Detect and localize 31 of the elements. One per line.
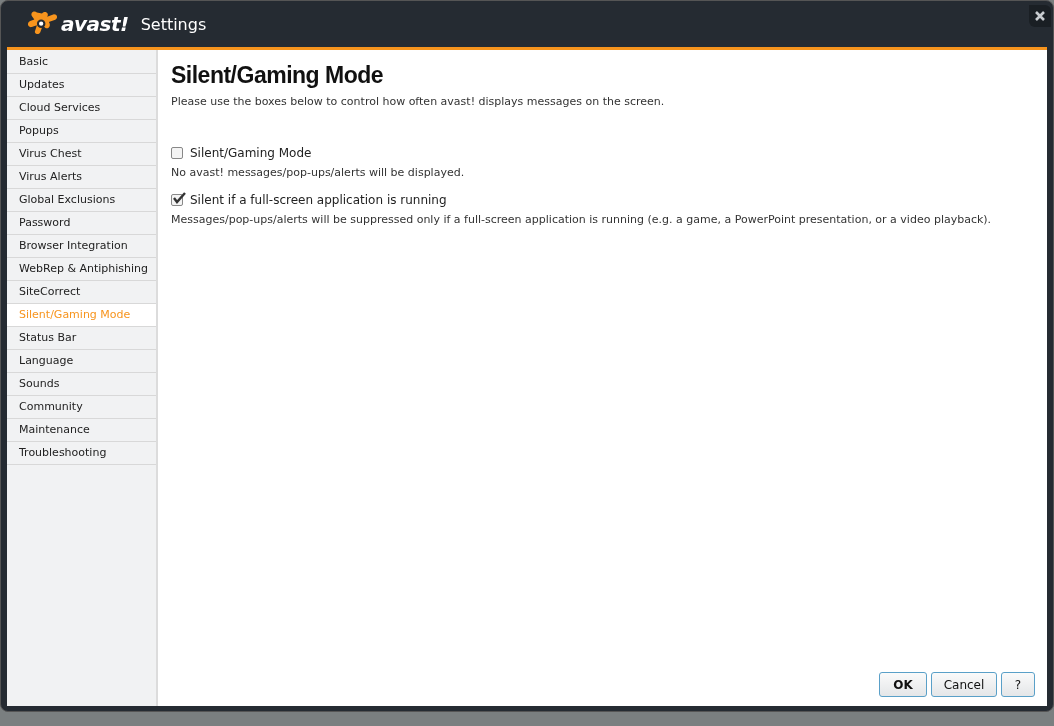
checkbox-label[interactable]: Silent if a full-screen application is running (190, 193, 447, 207)
sidebar-item[interactable]: Updates (7, 74, 156, 97)
sidebar-item[interactable]: WebRep & Antiphishing (7, 258, 156, 281)
help-button[interactable]: ? (1001, 672, 1035, 697)
sidebar-item[interactable]: Browser Integration (7, 235, 156, 258)
ok-button[interactable]: OK (879, 672, 927, 697)
close-button[interactable] (1029, 5, 1051, 27)
intro-text: Please use the boxes below to control how often avast! displays messages on the screen. (171, 95, 666, 108)
window-title: Settings (140, 14, 207, 34)
checkbox[interactable] (171, 147, 183, 159)
page-heading: Silent/Gaming Mode (171, 62, 385, 89)
close-icon (1035, 11, 1045, 21)
sidebar-item[interactable]: Global Exclusions (7, 189, 156, 212)
sidebar-item[interactable]: Cloud Services (7, 97, 156, 120)
sidebar-item[interactable]: Community (7, 396, 156, 419)
logo-wordmark: avast! (61, 12, 129, 36)
option-description: Messages/pop-ups/alerts will be suppressed only if a full-screen application is running (e.g. a game, a PowerPoint presentation, or a video playback). (171, 213, 993, 226)
sidebar-item[interactable]: Virus Alerts (7, 166, 156, 189)
sidebar-item[interactable]: Basic (7, 51, 156, 74)
checkbox-label[interactable]: Silent/Gaming Mode (190, 146, 312, 160)
sidebar-item[interactable]: Language (7, 350, 156, 373)
sidebar-item[interactable]: Maintenance (7, 419, 156, 442)
sidebar-item[interactable]: Popups (7, 120, 156, 143)
cancel-button[interactable]: Cancel (931, 672, 997, 697)
checkbox[interactable] (171, 194, 183, 206)
sidebar-item[interactable]: Virus Chest (7, 143, 156, 166)
sidebar-item[interactable]: Troubleshooting (7, 442, 156, 465)
option-description: No avast! messages/pop-ups/alerts will be displayed. (171, 166, 466, 179)
sidebar-item[interactable]: Password (7, 212, 156, 235)
sidebar-item[interactable]: Status Bar (7, 327, 156, 350)
sidebar-item[interactable]: Sounds (7, 373, 156, 396)
